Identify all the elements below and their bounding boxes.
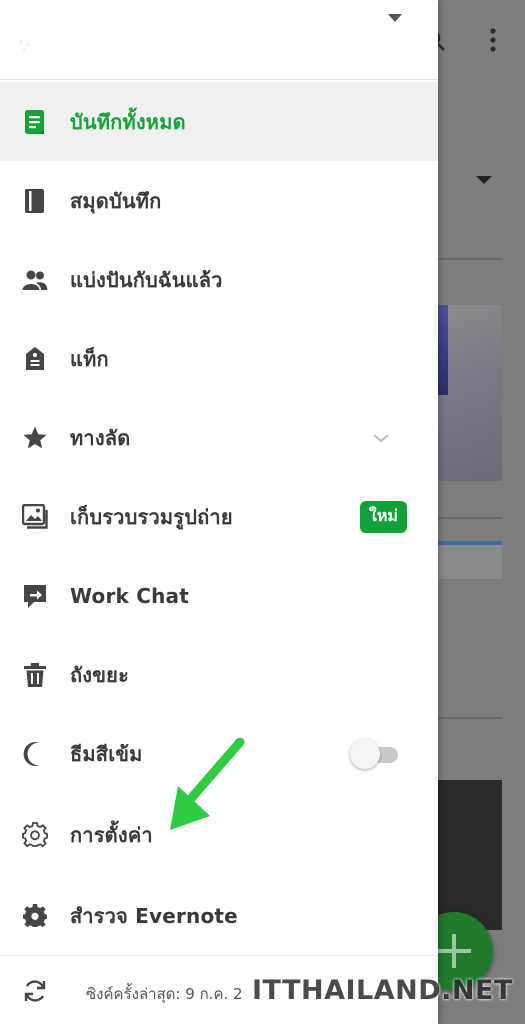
gear-filled-icon: [22, 903, 48, 929]
filter-dropdown-icon: [476, 176, 492, 184]
photo-gallery-icon: [22, 503, 48, 530]
dark-theme-toggle[interactable]: [350, 738, 398, 769]
annotation-arrow-icon: [170, 738, 245, 830]
last-sync-text: ซิงค์ครั้งล่าสุด: 9 ก.ค. 2: [86, 985, 243, 1003]
note-thumbnail: [438, 305, 502, 481]
drawer-item-label: การตั้งค่า: [70, 822, 153, 847]
note-thumbnail: [438, 780, 502, 930]
drawer-item-work-chat[interactable]: Work Chat: [0, 556, 438, 635]
divider: [438, 517, 502, 519]
trash-icon: [22, 662, 48, 688]
drawer-item-explore-evernote[interactable]: สำรวจ Evernote: [0, 876, 438, 955]
note-icon: [22, 109, 48, 135]
drawer-item-label: Work Chat: [70, 583, 189, 608]
drawer-item-shortcuts[interactable]: ทางลัด: [0, 398, 438, 477]
drawer-item-trash[interactable]: ถังขยะ: [0, 635, 438, 714]
navigation-drawer: บันทึกทั้งหมด สมุดบันทึก แบ่งปันกับฉันแล…: [0, 0, 438, 1024]
drawer-item-all-notes[interactable]: บันทึกทั้งหมด: [0, 82, 438, 161]
drawer-item-photo-gallery[interactable]: เก็บรวบรวมรูปถ่าย ใหม่: [0, 477, 438, 556]
tag-icon: [22, 346, 48, 372]
toggle-knob: [350, 738, 380, 769]
drawer-item-label: สมุดบันทึก: [70, 188, 162, 213]
notebook-icon: [22, 188, 48, 214]
drawer-item-label: แบ่งปันกับฉันแล้ว: [70, 267, 223, 292]
more-vert-icon: [490, 28, 496, 52]
drawer-item-label: ถังขยะ: [70, 662, 130, 687]
sync-icon[interactable]: [22, 978, 48, 1004]
settings-gear-outline-icon: [22, 821, 48, 848]
account-avatar-icon: [20, 40, 34, 54]
plus-icon: [437, 934, 471, 968]
drawer-item-tags[interactable]: แท็ก: [0, 319, 438, 398]
drawer-item-label: แท็ก: [70, 346, 109, 371]
drawer-item-shared-with-me[interactable]: แบ่งปันกับฉันแล้ว: [0, 240, 438, 319]
moon-icon: [22, 741, 48, 767]
watermark-text: ITTHAILAND.NET: [252, 975, 513, 1006]
drawer-item-notebooks[interactable]: สมุดบันทึก: [0, 161, 438, 240]
new-badge: ใหม่: [360, 500, 407, 533]
shared-users-icon: [22, 267, 48, 293]
drawer-item-label: ธีมสีเข้ม: [70, 741, 143, 766]
divider: [438, 258, 502, 260]
work-chat-icon: [22, 583, 48, 609]
note-thumbnail: [438, 541, 502, 579]
drawer-item-label: สำรวจ Evernote: [70, 903, 238, 928]
drawer-header[interactable]: [0, 0, 438, 80]
chevron-down-icon[interactable]: [372, 432, 390, 444]
star-icon: [22, 425, 48, 451]
drawer-item-label: บันทึกทั้งหมด: [70, 109, 186, 134]
drawer-item-label: ทางลัด: [70, 425, 131, 450]
account-switch-caret-icon[interactable]: [388, 14, 402, 22]
divider: [438, 717, 502, 719]
drawer-item-label: เก็บรวบรวมรูปถ่าย: [70, 504, 233, 529]
